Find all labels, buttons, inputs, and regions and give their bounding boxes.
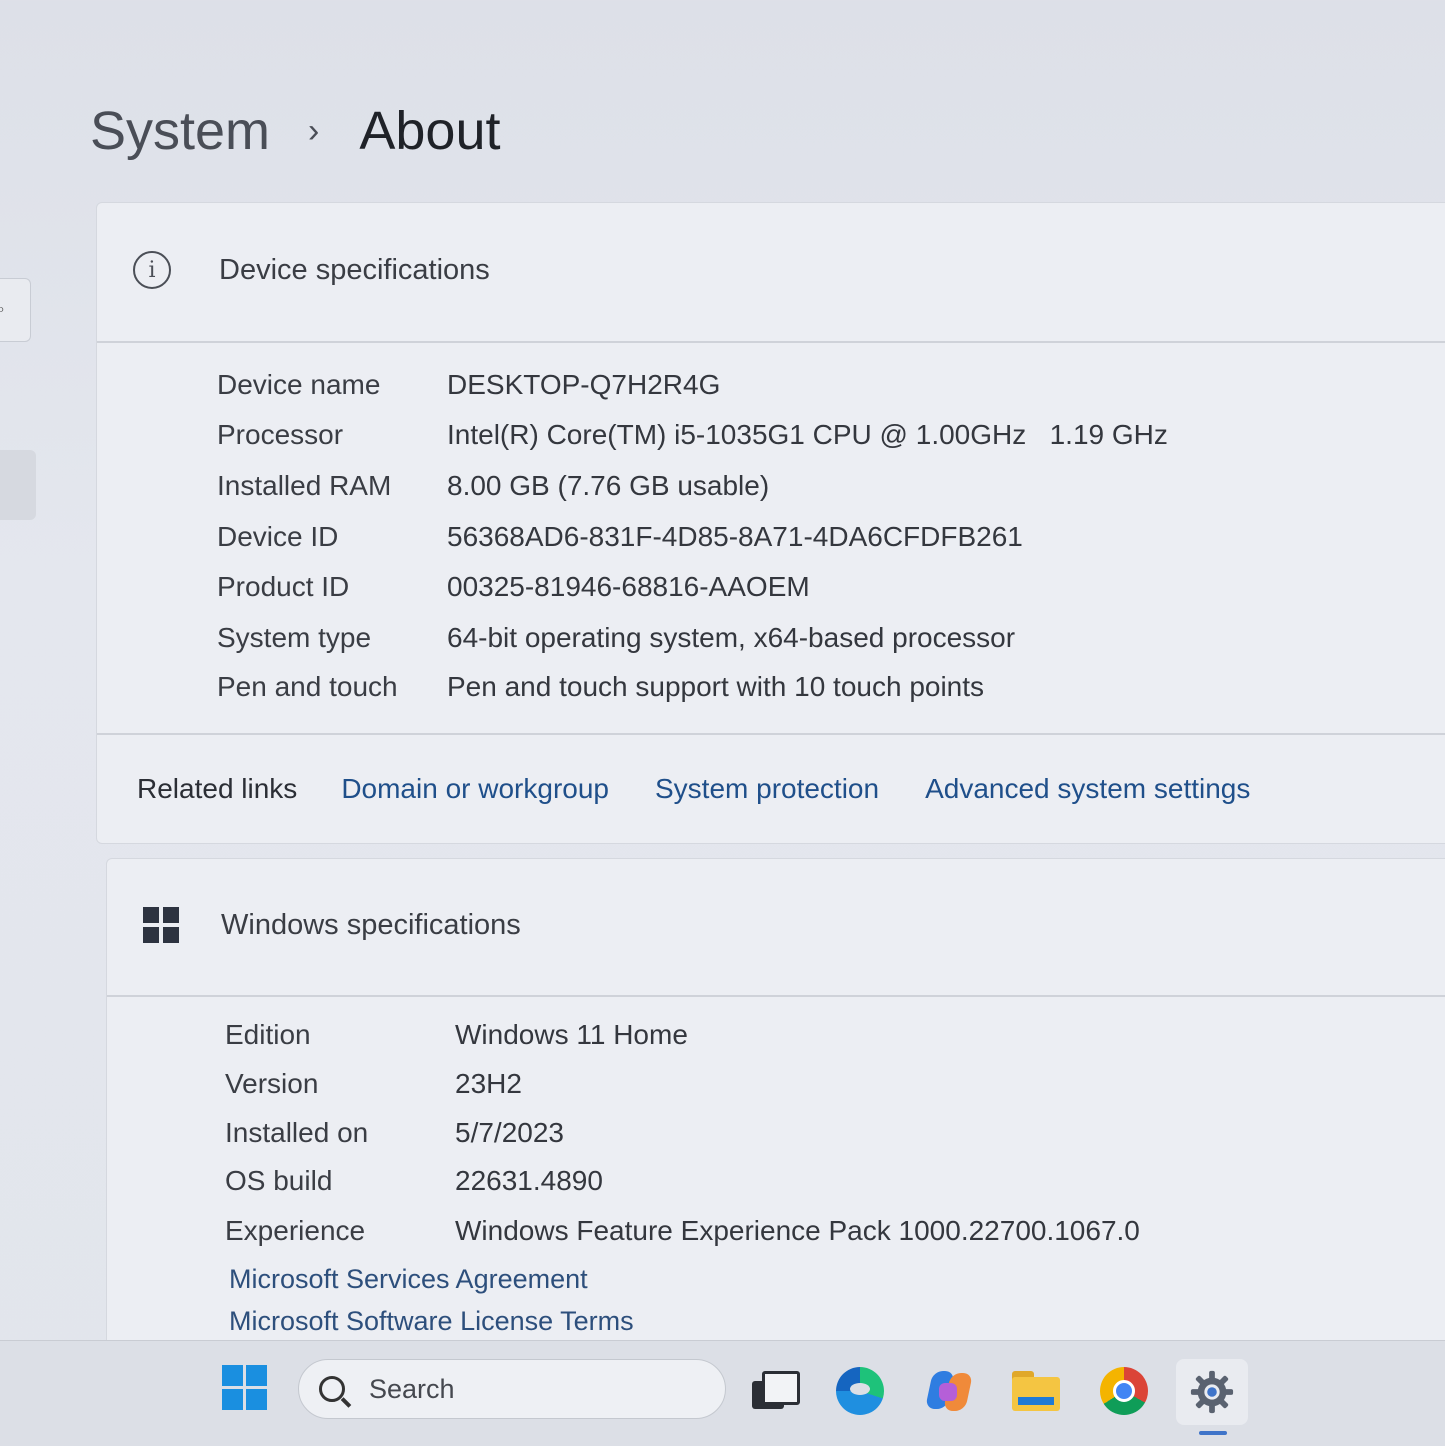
spec-label: Device ID: [217, 521, 339, 552]
nav-search-edge[interactable]: ⌕: [0, 278, 31, 342]
start-icon[interactable]: [222, 1365, 267, 1410]
breadcrumb: System › About: [90, 100, 501, 162]
spec-label: Edition: [225, 1019, 311, 1050]
spec-row-device-id: Device ID 56368AD6-831F-4D85-8A71-4DA6CF…: [217, 521, 1023, 553]
spec-row-edition: Edition Windows 11 Home: [225, 1019, 688, 1051]
windows-specifications-title: Windows specifications: [221, 908, 521, 941]
advanced-system-settings-link[interactable]: Advanced system settings: [925, 773, 1250, 805]
related-links-label: Related links: [137, 773, 298, 804]
file-explorer-icon[interactable]: [1012, 1367, 1060, 1415]
left-nav-rail: ⌕: [0, 0, 40, 1340]
spec-value[interactable]: 5/7/2023: [455, 1117, 564, 1149]
breadcrumb-system[interactable]: System: [90, 100, 270, 162]
chrome-icon[interactable]: [1100, 1367, 1148, 1415]
spec-value[interactable]: Windows Feature Experience Pack 1000.227…: [455, 1215, 1140, 1247]
spec-row-installed-ram: Installed RAM 8.00 GB (7.76 GB usable): [217, 470, 769, 502]
windows-logo-icon: [143, 907, 179, 943]
page-title: About: [359, 101, 501, 161]
task-view-icon[interactable]: [750, 1367, 800, 1415]
spec-value[interactable]: 8.00 GB (7.76 GB usable): [447, 470, 769, 502]
microsoft-services-agreement-link[interactable]: Microsoft Services Agreement: [229, 1264, 588, 1295]
spec-value[interactable]: Intel(R) Core(TM) i5-1035G1 CPU @ 1.00GH…: [447, 419, 1168, 451]
copilot-icon[interactable]: [924, 1367, 974, 1415]
device-specifications-header[interactable]: i Device specifications: [133, 251, 490, 289]
spec-label: OS build: [225, 1165, 333, 1196]
spec-row-product-id: Product ID 00325-81946-68816-AAOEM: [217, 571, 810, 603]
nav-search-icon: ⌕: [0, 301, 5, 318]
spec-row-version: Version 23H2: [225, 1068, 522, 1100]
related-links: Related links Domain or workgroup System…: [137, 773, 1296, 805]
system-protection-link[interactable]: System protection: [655, 773, 879, 805]
header-divider: [107, 995, 1445, 997]
windows-specifications-header[interactable]: Windows specifications: [143, 907, 521, 943]
taskbar-search[interactable]: [298, 1359, 726, 1419]
spec-value[interactable]: 64-bit operating system, x64-based proce…: [447, 622, 1015, 654]
spec-label: Installed RAM: [217, 470, 392, 501]
microsoft-software-license-terms-link[interactable]: Microsoft Software License Terms: [229, 1306, 634, 1337]
spec-value[interactable]: 00325-81946-68816-AAOEM: [447, 571, 810, 603]
search-icon: [319, 1376, 345, 1402]
spec-label: Product ID: [217, 571, 350, 602]
device-specifications-title: Device specifications: [219, 253, 490, 286]
spec-label: Experience: [225, 1215, 366, 1246]
spec-row-experience: Experience Windows Feature Experience Pa…: [225, 1215, 1140, 1247]
spec-row-pen-and-touch: Pen and touch Pen and touch support with…: [217, 671, 984, 703]
spec-label: Installed on: [225, 1117, 369, 1148]
settings-taskbar-button[interactable]: [1176, 1359, 1248, 1425]
nav-selected-item[interactable]: [0, 450, 36, 520]
header-divider: [97, 341, 1445, 343]
settings-icon: [1190, 1370, 1234, 1414]
related-links-divider: [97, 733, 1445, 735]
spec-label: Version: [225, 1068, 319, 1099]
spec-label: System type: [217, 622, 372, 653]
spec-row-system-type: System type 64-bit operating system, x64…: [217, 622, 1015, 654]
edge-icon[interactable]: [836, 1367, 884, 1415]
breadcrumb-chevron-icon: ›: [308, 111, 320, 150]
spec-row-processor: Processor Intel(R) Core(TM) i5-1035G1 CP…: [217, 419, 1168, 451]
spec-value[interactable]: 23H2: [455, 1068, 522, 1100]
taskbar: [0, 1340, 1445, 1446]
spec-value[interactable]: 56368AD6-831F-4D85-8A71-4DA6CFDFB261: [447, 521, 1023, 553]
spec-label: Device name: [217, 369, 381, 400]
spec-row-installed-on: Installed on 5/7/2023: [225, 1117, 564, 1149]
active-app-indicator: [1199, 1431, 1227, 1435]
spec-value[interactable]: Pen and touch support with 10 touch poin…: [447, 671, 984, 703]
spec-value[interactable]: DESKTOP-Q7H2R4G: [447, 369, 720, 401]
spec-label: Pen and touch: [217, 671, 398, 702]
spec-row-os-build: OS build 22631.4890: [225, 1165, 603, 1197]
spec-value[interactable]: 22631.4890: [455, 1165, 603, 1197]
spec-label: Processor: [217, 419, 344, 450]
device-specifications-card: i Device specifications Device name DESK…: [96, 202, 1445, 844]
search-input[interactable]: [367, 1372, 671, 1406]
spec-row-device-name: Device name DESKTOP-Q7H2R4G: [217, 369, 720, 401]
windows-specifications-card: Windows specifications Edition Windows 1…: [106, 858, 1445, 1350]
domain-or-workgroup-link[interactable]: Domain or workgroup: [341, 773, 609, 805]
info-icon: i: [133, 251, 171, 289]
spec-value[interactable]: Windows 11 Home: [455, 1019, 688, 1051]
